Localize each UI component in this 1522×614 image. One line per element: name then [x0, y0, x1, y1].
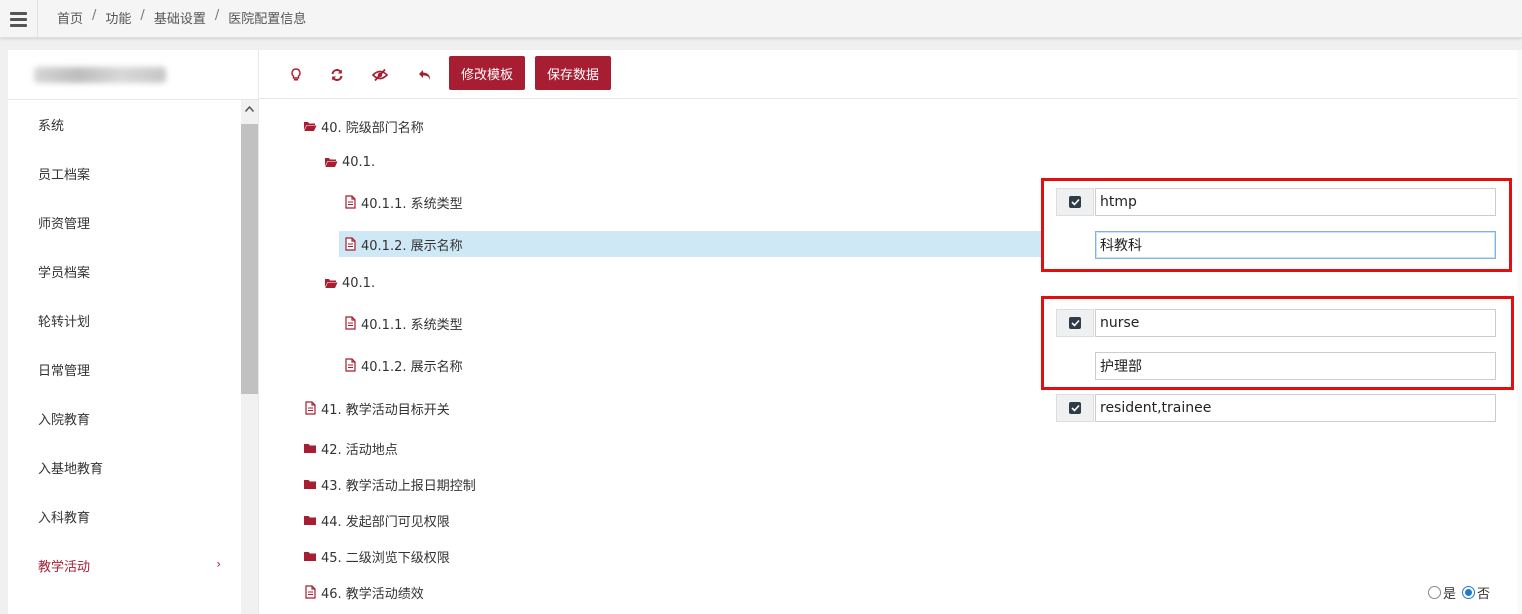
folder-icon: [304, 480, 316, 489]
sidebar-item-dept-orientation[interactable]: 入科教育: [8, 492, 241, 541]
breadcrumb: 首页 / 功能 / 基础设置 / 医院配置信息: [57, 8, 306, 27]
sidebar-item-hospital-orientation[interactable]: 入院教育: [8, 394, 241, 443]
refresh-icon[interactable]: [326, 64, 348, 86]
sidebar-scrollbar[interactable]: [241, 100, 258, 614]
tree-node-40-1a-1[interactable]: 40.1.1. 系统类型: [343, 189, 463, 215]
file-icon: [345, 195, 356, 209]
undo-icon[interactable]: [414, 64, 436, 86]
tree-node-label: 40.1.: [342, 154, 376, 170]
breadcrumb-separator: /: [214, 8, 220, 23]
sidebar-item-label: 入院教育: [38, 413, 91, 428]
edit-template-button[interactable]: 修改模板: [449, 56, 526, 90]
radio-no-label: 否: [1477, 587, 1491, 602]
radio-no[interactable]: [1462, 586, 1476, 599]
folder-open-icon: [325, 279, 338, 288]
tree-node-40-1a[interactable]: 40.1.: [324, 149, 375, 175]
tree-node-45[interactable]: 45. 二级浏览下级权限: [303, 543, 450, 569]
file-icon: [305, 401, 316, 415]
tree-node-40-1b[interactable]: 40.1.: [324, 270, 375, 296]
sidebar-item-label: 轮转计划: [38, 315, 91, 330]
scroll-up-icon[interactable]: [241, 100, 258, 117]
blurred-hospital-name: [34, 67, 166, 83]
breadcrumb-separator: /: [92, 8, 97, 23]
highlight-box: [1041, 178, 1512, 272]
sidebar-item-label: 入基地教育: [38, 462, 104, 477]
tree-node-label: 40.1.1. 系统类型: [361, 317, 463, 333]
tree-node-40-1a-2[interactable]: 40.1.2. 展示名称: [339, 231, 1043, 257]
chevron-right-icon: ›: [216, 557, 221, 571]
sidebar-item-system[interactable]: 系统: [8, 100, 241, 149]
file-icon: [305, 585, 316, 599]
highlight-box: [1041, 296, 1514, 390]
eye-slash-icon[interactable]: [369, 64, 391, 86]
breadcrumb-basic-settings[interactable]: 基础设置: [154, 8, 206, 27]
sidebar-item-faculty[interactable]: 师资管理: [8, 198, 241, 247]
tree-node-41[interactable]: 41. 教学活动目标开关: [303, 395, 450, 421]
performance-radio-group: 是 否: [1428, 583, 1490, 602]
sidebar-item-label: 员工档案: [38, 168, 91, 183]
folder-open-icon: [304, 122, 317, 131]
breadcrumb-separator: /: [140, 8, 145, 23]
scrollbar-thumb[interactable]: [241, 124, 258, 394]
tree-node-label: 40.1.2. 展示名称: [361, 359, 463, 375]
sidebar-item-teaching-activity[interactable]: 教学活动 ›: [8, 541, 241, 590]
main-panel: 修改模板 保存数据 40. 院级部门名称 40.1. 40.1.1. 系统类型 …: [258, 50, 1522, 614]
tree-node-40-1b-2[interactable]: 40.1.2. 展示名称: [343, 352, 463, 378]
checkbox-checked-icon: [1069, 402, 1081, 414]
sidebar-item-rotation-plan[interactable]: 轮转计划: [8, 296, 241, 345]
toolbar: 修改模板 保存数据: [259, 50, 1522, 99]
sidebar-header: [8, 50, 258, 100]
tree-node-42[interactable]: 42. 活动地点: [303, 435, 398, 461]
tree-node-label: 45. 二级浏览下级权限: [321, 550, 450, 566]
tree-node-label: 40.1.2. 展示名称: [361, 238, 463, 254]
sidebar-item-staff-records[interactable]: 员工档案: [8, 149, 241, 198]
radio-yes[interactable]: [1428, 586, 1441, 599]
tree-node-label: 41. 教学活动目标开关: [321, 402, 450, 418]
tree-node-label: 40.1.1. 系统类型: [361, 196, 463, 212]
sidebar-item-daily-management[interactable]: 日常管理: [8, 345, 241, 394]
radio-yes-label: 是: [1443, 587, 1457, 602]
lightbulb-icon[interactable]: [285, 64, 307, 86]
tree-node-label: 43. 教学活动上报日期控制: [321, 478, 476, 494]
breadcrumb-function[interactable]: 功能: [105, 8, 131, 27]
tree-node-label: 42. 活动地点: [321, 442, 398, 458]
sidebar-item-label: 入科教育: [38, 511, 91, 526]
sidebar-item-label: 日常管理: [38, 364, 91, 379]
target-switch-checkbox[interactable]: [1056, 394, 1094, 422]
sidebar-item-label: 师资管理: [38, 217, 91, 232]
sidebar-menu: 系统 员工档案 师资管理 学员档案 轮转计划 日常管理 入院教育 入基地教育 入…: [8, 100, 241, 590]
sidebar-item-label: 学员档案: [38, 266, 91, 281]
target-switch-input[interactable]: resident,trainee: [1095, 394, 1496, 422]
tree-node-label: 44. 发起部门可见权限: [321, 514, 450, 530]
menu-toggle-icon[interactable]: [0, 0, 38, 38]
file-icon: [345, 237, 356, 251]
sidebar-item-label: 教学活动: [38, 560, 91, 575]
breadcrumb-home[interactable]: 首页: [57, 8, 83, 27]
sidebar-item-base-orientation[interactable]: 入基地教育: [8, 443, 241, 492]
main-scrollbar[interactable]: [1517, 50, 1522, 614]
top-bar: 首页 / 功能 / 基础设置 / 医院配置信息: [0, 0, 1522, 38]
tree-node-44[interactable]: 44. 发起部门可见权限: [303, 507, 450, 533]
folder-icon: [304, 516, 316, 525]
sidebar: 系统 员工档案 师资管理 学员档案 轮转计划 日常管理 入院教育 入基地教育 入…: [8, 50, 258, 614]
tree-node-label: 40.1.: [342, 275, 376, 291]
file-icon: [345, 316, 356, 330]
tree-node-46[interactable]: 46. 教学活动绩效: [303, 579, 424, 605]
breadcrumb-current: 医院配置信息: [228, 12, 307, 27]
folder-icon: [304, 444, 316, 453]
save-data-button[interactable]: 保存数据: [535, 56, 612, 90]
tree-node-43[interactable]: 43. 教学活动上报日期控制: [303, 471, 476, 497]
tree-node-40[interactable]: 40. 院级部门名称: [303, 113, 424, 139]
tree-node-label: 46. 教学活动绩效: [321, 586, 424, 602]
folder-icon: [304, 552, 316, 561]
sidebar-item-student-records[interactable]: 学员档案: [8, 247, 241, 296]
tree-node-label: 40. 院级部门名称: [321, 120, 424, 136]
sidebar-item-label: 系统: [38, 119, 65, 134]
folder-open-icon: [325, 158, 338, 167]
tree-node-40-1b-1[interactable]: 40.1.1. 系统类型: [343, 310, 463, 336]
file-icon: [345, 358, 356, 372]
